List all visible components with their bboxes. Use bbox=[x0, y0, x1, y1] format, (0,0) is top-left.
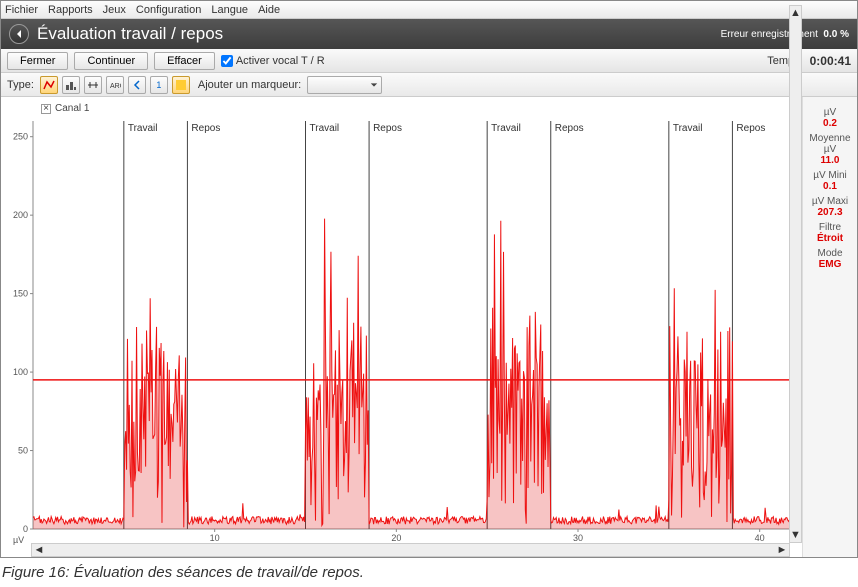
step-value-icon[interactable]: 1 bbox=[150, 76, 168, 94]
stat-filter-label: Filtre bbox=[805, 222, 855, 233]
scrollbar-horizontal[interactable]: ◄ ► bbox=[31, 543, 790, 557]
grid-toggle-icon[interactable] bbox=[172, 76, 190, 94]
close-button[interactable]: Fermer bbox=[7, 52, 68, 70]
scroll-up-arrow-icon[interactable]: ▲ bbox=[790, 6, 801, 20]
stat-max-label: µV Maxi bbox=[805, 196, 855, 207]
figure-caption: Figure 16: Évaluation des séances de tra… bbox=[0, 558, 858, 587]
action-toolbar: Fermer Continuer Effacer Activer vocal T… bbox=[1, 49, 857, 73]
svg-text:Travail: Travail bbox=[128, 123, 158, 134]
stat-mode-value: EMG bbox=[805, 259, 855, 270]
scroll-down-arrow-icon[interactable]: ▼ bbox=[790, 528, 801, 542]
svg-text:Repos: Repos bbox=[736, 123, 765, 134]
vocal-checkbox-input[interactable] bbox=[221, 55, 233, 67]
menu-fichier[interactable]: Fichier bbox=[5, 4, 38, 16]
chart-type-line-icon[interactable] bbox=[40, 76, 58, 94]
timer-value: 0:00:41 bbox=[810, 54, 851, 68]
svg-text:Travail: Travail bbox=[491, 123, 521, 134]
stat-uv-label: µV bbox=[805, 107, 855, 118]
svg-text:Repos: Repos bbox=[191, 123, 220, 134]
svg-text:200: 200 bbox=[13, 210, 28, 220]
type-label: Type: bbox=[7, 79, 34, 91]
menubar: Fichier Rapports Jeux Configuration Lang… bbox=[1, 1, 857, 19]
stats-panel: µV 0.2 Moyenne µV 11.0 µV Mini 0.1 µV Ma… bbox=[802, 97, 857, 557]
svg-text:30: 30 bbox=[573, 533, 583, 543]
chart-type-bar-icon[interactable] bbox=[62, 76, 80, 94]
svg-text:Travail: Travail bbox=[310, 123, 340, 134]
svg-text:20: 20 bbox=[391, 533, 401, 543]
svg-text:50: 50 bbox=[18, 446, 28, 456]
chart-svg: 0 50 100 150 200 250 µV 10 20 30 40 Travail Repos Tra… bbox=[1, 97, 802, 557]
clear-button[interactable]: Effacer bbox=[154, 52, 215, 70]
svg-text:Repos: Repos bbox=[555, 123, 584, 134]
svg-text:Travail: Travail bbox=[673, 123, 703, 134]
svg-text:40: 40 bbox=[755, 533, 765, 543]
svg-text:ARG: ARG bbox=[110, 83, 121, 90]
vocal-checkbox-label: Activer vocal T / R bbox=[236, 55, 325, 67]
body-row: × Canal 1 050100150200250µV10203040Trava… bbox=[1, 97, 857, 557]
vocal-checkbox[interactable]: Activer vocal T / R bbox=[221, 55, 325, 67]
marker-combo[interactable] bbox=[307, 76, 382, 94]
titlebar: Évaluation travail / repos Erreur enregi… bbox=[1, 19, 857, 49]
app-window: Fichier Rapports Jeux Configuration Lang… bbox=[0, 0, 858, 558]
scroll-left-icon[interactable] bbox=[128, 76, 146, 94]
scroll-right-arrow-icon[interactable]: ► bbox=[775, 544, 789, 556]
svg-text:250: 250 bbox=[13, 132, 28, 142]
marker-label: Ajouter un marqueur: bbox=[198, 79, 301, 91]
stat-min-value: 0.1 bbox=[805, 181, 855, 192]
stat-mode-label: Mode bbox=[805, 248, 855, 259]
status-text: Erreur enregistrement 0.0 % bbox=[721, 29, 849, 40]
svg-text:150: 150 bbox=[13, 289, 28, 299]
svg-text:Repos: Repos bbox=[373, 123, 402, 134]
svg-text:100: 100 bbox=[13, 367, 28, 377]
chart-area[interactable]: × Canal 1 050100150200250µV10203040Trava… bbox=[1, 97, 802, 557]
page-title: Évaluation travail / repos bbox=[37, 24, 223, 44]
scrollbar-vertical[interactable]: ▲ ▼ bbox=[789, 5, 802, 543]
menu-jeux[interactable]: Jeux bbox=[103, 4, 126, 16]
continue-button[interactable]: Continuer bbox=[74, 52, 148, 70]
stat-avg-label: Moyenne µV bbox=[805, 133, 855, 155]
menu-aide[interactable]: Aide bbox=[258, 4, 280, 16]
svg-text:0: 0 bbox=[23, 524, 28, 534]
stat-filter-value: Étroit bbox=[805, 233, 855, 244]
svg-text:µV: µV bbox=[13, 535, 24, 545]
menu-langue[interactable]: Langue bbox=[211, 4, 248, 16]
stat-max-value: 207.3 bbox=[805, 207, 855, 218]
stat-avg-value: 11.0 bbox=[805, 155, 855, 166]
menu-configuration[interactable]: Configuration bbox=[136, 4, 201, 16]
chart-type-hbar-icon[interactable] bbox=[84, 76, 102, 94]
scroll-left-arrow-icon[interactable]: ◄ bbox=[32, 544, 46, 556]
chart-toolbar: Type: ARG 1 Ajouter un marqueur: bbox=[1, 73, 857, 97]
stat-min-label: µV Mini bbox=[805, 170, 855, 181]
back-button[interactable] bbox=[9, 24, 29, 44]
menu-rapports[interactable]: Rapports bbox=[48, 4, 93, 16]
svg-text:10: 10 bbox=[210, 533, 220, 543]
stat-uv-value: 0.2 bbox=[805, 118, 855, 129]
chart-type-area-icon[interactable]: ARG bbox=[106, 76, 124, 94]
